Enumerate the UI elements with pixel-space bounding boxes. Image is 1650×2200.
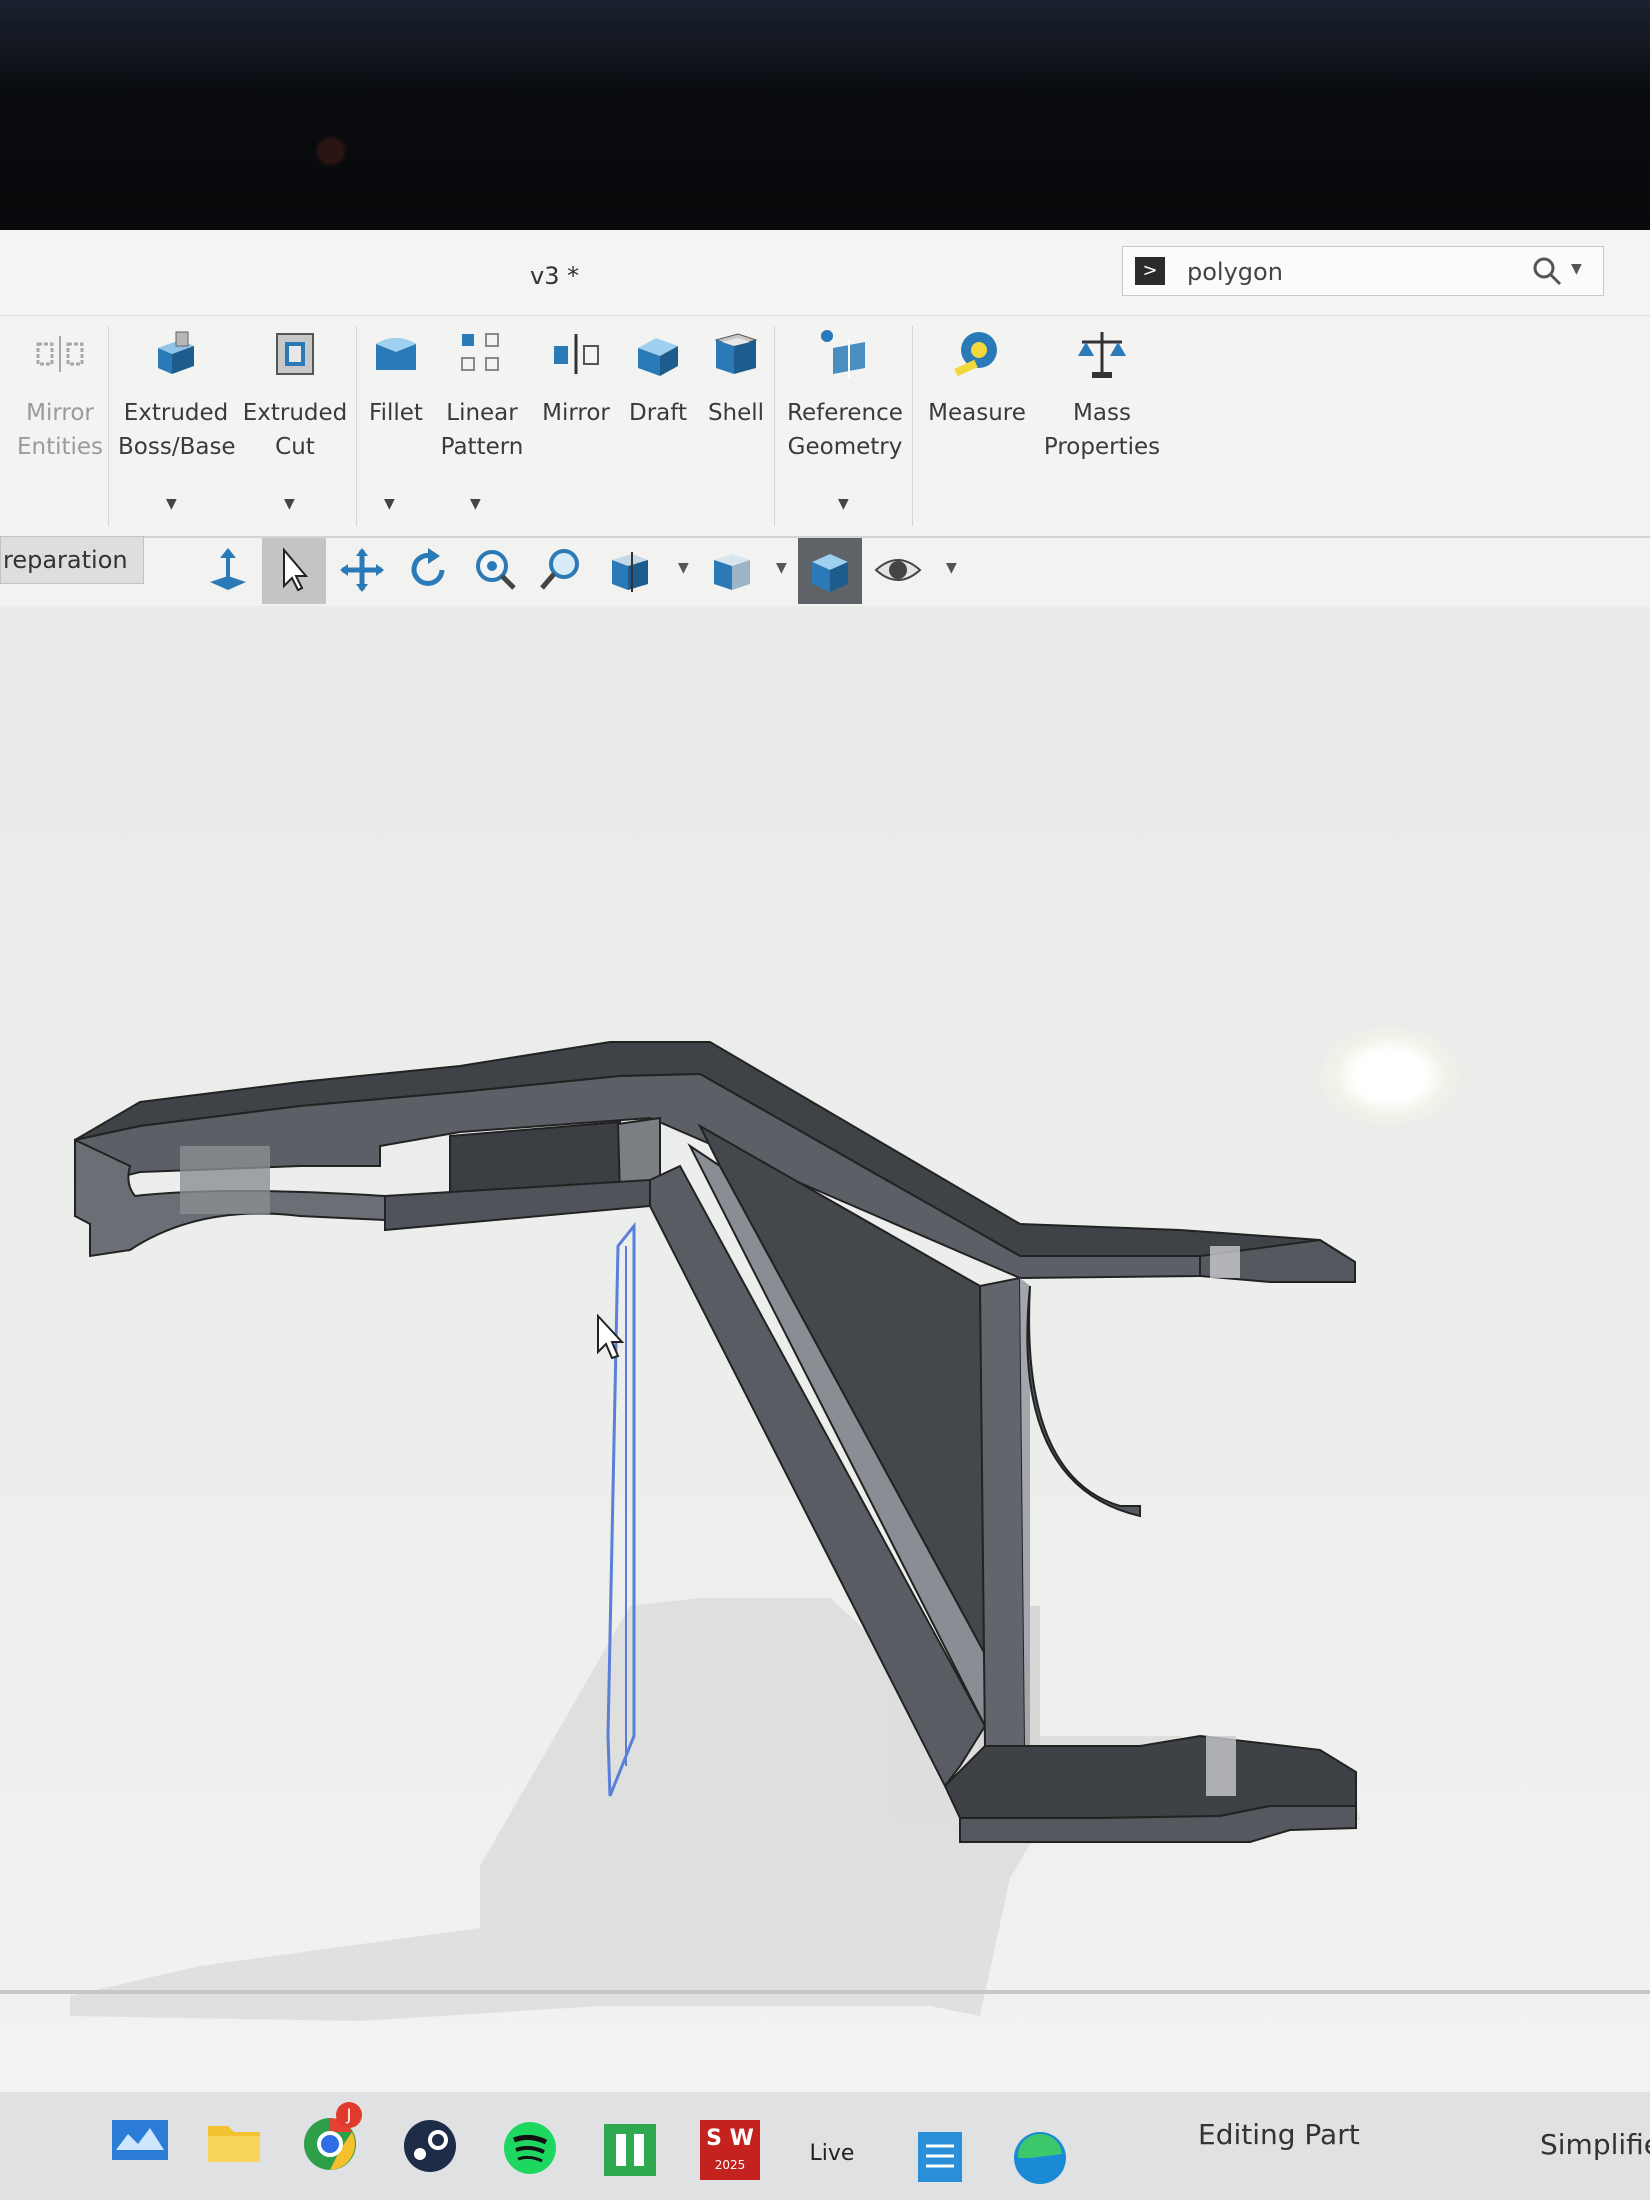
linear-pattern-button[interactable]: Linear Pattern: [434, 326, 530, 464]
solidworks-icon-year: 2025: [714, 2158, 746, 2172]
mirror-icon: [554, 334, 599, 374]
solidworks-taskbar-icon[interactable]: S W 2025: [700, 2120, 760, 2180]
measure-button[interactable]: Measure: [922, 326, 1032, 430]
view-orientation-dropdown[interactable]: ▼: [678, 560, 689, 576]
mass-properties-button[interactable]: Mass Properties: [1036, 326, 1168, 464]
extruded-cut-dropdown[interactable]: ▼: [284, 496, 295, 512]
extruded-boss-dropdown[interactable]: ▼: [166, 496, 177, 512]
mirror-entities-button[interactable]: Mirror Entities: [10, 326, 110, 464]
tab-preparation[interactable]: reparation: [0, 536, 144, 584]
extruded-cut-icon: [276, 333, 314, 375]
view-orientation-button[interactable]: [700, 538, 764, 604]
status-simplify: Simplifie: [1540, 2128, 1650, 2161]
weather-app-icon[interactable]: [110, 2110, 170, 2170]
notepad-icon[interactable]: [910, 2126, 970, 2186]
draft-label: Draft: [629, 400, 687, 426]
shaded-with-edges-icon: [812, 554, 848, 592]
shell-button[interactable]: Shell: [700, 326, 772, 430]
zoom-to-area-button[interactable]: [530, 538, 594, 604]
zoom-to-fit-button[interactable]: [462, 538, 526, 604]
reference-geometry-dropdown[interactable]: ▼: [838, 496, 849, 512]
live-app-label: Live: [809, 2141, 855, 2166]
display-style-button[interactable]: [798, 538, 862, 604]
live-app-icon[interactable]: Live: [800, 2124, 864, 2184]
cube-view-icon: [714, 554, 750, 590]
linear-pattern-icon: [461, 333, 499, 371]
file-explorer-icon[interactable]: [204, 2112, 264, 2172]
normal-to-icon: [210, 548, 246, 590]
ribbon-separator: [108, 326, 109, 526]
title-bar: v3 * > ▼: [0, 230, 1650, 316]
status-editing-part: Editing Part: [1198, 2118, 1360, 2151]
section-view-button[interactable]: [598, 538, 662, 604]
extruded-cut-label: Extruded Cut: [242, 400, 348, 460]
display-style-dropdown[interactable]: ▼: [776, 560, 787, 576]
command-manager-ribbon: Mirror Entities Extruded Boss/Base ▼ Ext…: [0, 316, 1650, 538]
ribbon-separator: [912, 326, 913, 526]
ribbon-separator: [774, 326, 775, 526]
command-prompt-icon: >: [1135, 257, 1165, 285]
eye-icon: [874, 559, 922, 581]
select-button[interactable]: [262, 538, 326, 604]
screen: v3 * > ▼ Mirror Entities: [0, 230, 1650, 2200]
draft-button[interactable]: Draft: [622, 326, 694, 430]
zoom-area-icon: [540, 549, 579, 590]
mirror-entities-icon: [36, 336, 84, 372]
move-arrows-icon: [340, 548, 384, 592]
reference-geometry-label: Reference Geometry: [787, 400, 903, 460]
search-icon[interactable]: [1531, 255, 1563, 287]
mirror-entities-label: Mirror Entities: [16, 400, 104, 460]
reference-geometry-icon: [821, 330, 865, 378]
steam-icon[interactable]: [400, 2116, 460, 2176]
hide-show-items-button[interactable]: [866, 538, 930, 604]
cursor-arrow-icon: [283, 547, 309, 592]
previous-view-button[interactable]: [196, 538, 260, 604]
extruded-boss-icon: [158, 331, 194, 374]
pan-button[interactable]: [330, 538, 394, 604]
spotify-icon[interactable]: [500, 2118, 560, 2178]
fillet-icon: [376, 338, 416, 370]
search-dropdown-caret[interactable]: ▼: [1571, 261, 1582, 277]
search-input[interactable]: [1185, 253, 1519, 291]
part-model[interactable]: [0, 606, 1650, 2200]
draft-icon: [638, 338, 678, 376]
linear-pattern-label: Linear Pattern: [440, 400, 524, 460]
ribbon-separator: [356, 326, 357, 526]
zoom-to-fit-icon: [476, 550, 516, 590]
mass-properties-label: Mass Properties: [1043, 400, 1161, 460]
edge-icon[interactable]: [1010, 2128, 1070, 2188]
extruded-boss-button[interactable]: Extruded Boss/Base: [118, 326, 236, 464]
shell-icon: [714, 333, 758, 374]
command-search-box[interactable]: > ▼: [1122, 246, 1604, 296]
scale-balance-icon: [1078, 332, 1126, 378]
extruded-cut-button[interactable]: Extruded Cut: [240, 326, 350, 464]
linear-pattern-dropdown[interactable]: ▼: [470, 496, 481, 512]
mouse-cursor-icon: [597, 1313, 625, 1360]
green-app-icon[interactable]: [600, 2120, 660, 2180]
mirror-button[interactable]: Mirror: [536, 326, 616, 430]
fillet-label: Fillet: [369, 400, 423, 426]
section-view-icon: [612, 552, 648, 592]
mirror-label: Mirror: [542, 400, 610, 426]
taskbar: J S W 2025 Live: [0, 2092, 1650, 2200]
monitor-bezel: [0, 0, 1650, 230]
webcam-dot: [318, 138, 344, 164]
shell-label: Shell: [707, 400, 765, 426]
fillet-button[interactable]: Fillet: [364, 326, 428, 430]
measure-tape-icon: [954, 332, 997, 377]
document-title: v3 *: [530, 262, 580, 290]
solidworks-icon-label: S W: [706, 2126, 754, 2151]
status-bar-divider: [0, 1990, 1650, 1994]
extruded-boss-label: Extruded Boss/Base: [118, 400, 236, 460]
rotate-icon: [411, 548, 445, 586]
rotate-button[interactable]: [396, 538, 460, 604]
chrome-notification-badge: J: [336, 2102, 362, 2128]
reference-geometry-button[interactable]: Reference Geometry: [782, 326, 908, 464]
measure-label: Measure: [928, 400, 1026, 426]
hide-show-dropdown[interactable]: ▼: [946, 560, 957, 576]
graphics-area[interactable]: [0, 606, 1650, 2200]
fillet-dropdown[interactable]: ▼: [384, 496, 395, 512]
